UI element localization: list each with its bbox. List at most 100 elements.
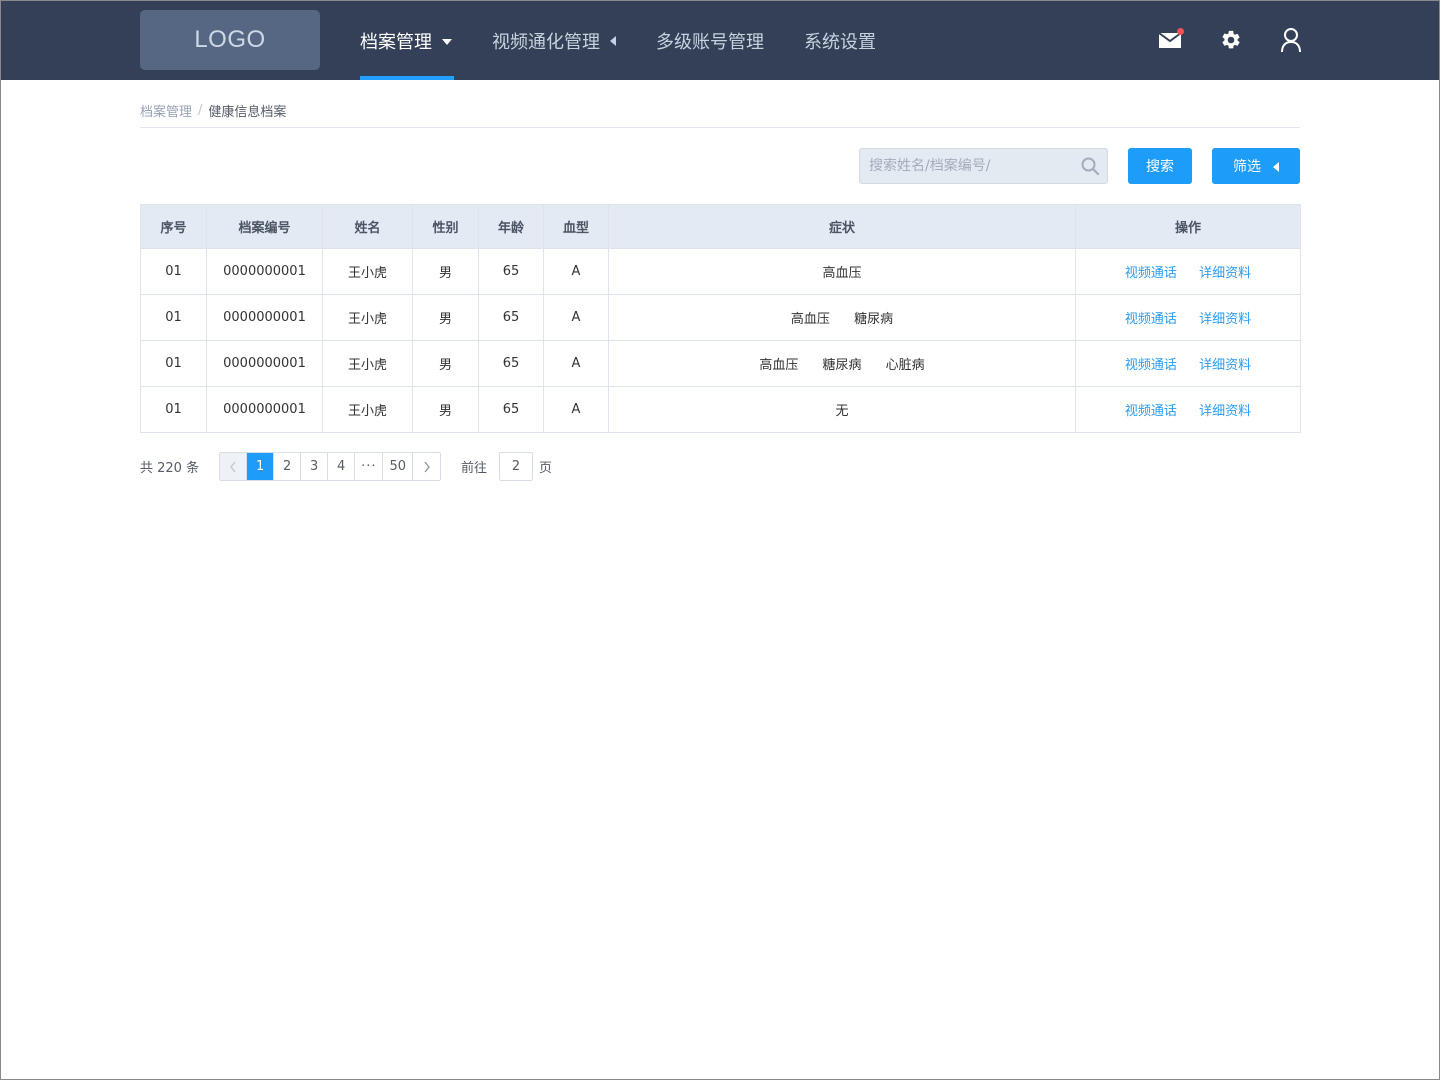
cell-name: 王小虎 — [322, 386, 413, 433]
table-row: 01 0000000001 王小虎 男 65 A 高血压 视频通话 详细资料 — [140, 248, 1301, 295]
symptom-tag: 高血压 — [822, 266, 862, 281]
cell-index: 01 — [140, 248, 207, 295]
cell-symptoms: 高血压 糖尿病 — [608, 294, 1076, 341]
video-call-link[interactable]: 视频通话 — [1125, 404, 1177, 419]
cell-gender: 男 — [412, 294, 479, 341]
table-row: 01 0000000001 王小虎 男 65 A 高血压 糖尿病 视频通话 详细… — [140, 294, 1301, 341]
symptom-tag: 高血压 — [759, 358, 799, 373]
cell-blood-type: A — [543, 248, 609, 295]
chevron-right-icon — [424, 461, 430, 472]
cell-actions: 视频通话 详细资料 — [1075, 294, 1301, 341]
cell-name: 王小虎 — [322, 340, 413, 387]
main-nav: 档案管理 视频通化管理 多级账号管理 系统设置 — [360, 1, 916, 80]
page-button[interactable]: 2 — [274, 453, 302, 480]
pagination: 共 220 条 1 2 3 4 ··· 50 前往 页 — [140, 452, 552, 481]
cell-blood-type: A — [543, 386, 609, 433]
caret-left-icon — [610, 36, 616, 46]
prev-page-button[interactable] — [220, 453, 248, 480]
details-link[interactable]: 详细资料 — [1199, 404, 1251, 419]
page-button[interactable]: 4 — [328, 453, 356, 480]
symptom-tag: 无 — [835, 404, 849, 419]
details-link[interactable]: 详细资料 — [1199, 266, 1251, 281]
page-button[interactable]: 50 — [383, 453, 414, 480]
goto-page-input[interactable] — [499, 452, 534, 481]
nav-item-label: 多级账号管理 — [656, 31, 764, 53]
search-input[interactable] — [860, 149, 1073, 183]
cell-index: 01 — [140, 386, 207, 433]
video-call-link[interactable]: 视频通话 — [1125, 312, 1177, 327]
cell-age: 65 — [478, 248, 544, 295]
breadcrumb-current: 健康信息档案 — [208, 105, 287, 120]
search-icon[interactable] — [1073, 149, 1107, 183]
symptom-tag: 心脏病 — [885, 358, 925, 373]
cell-record-id: 0000000001 — [206, 386, 323, 433]
table-row: 01 0000000001 王小虎 男 65 A 无 视频通话 详细资料 — [140, 386, 1301, 433]
nav-item-archive-management[interactable]: 档案管理 — [360, 1, 454, 80]
details-link[interactable]: 详细资料 — [1199, 358, 1251, 373]
cell-actions: 视频通话 详细资料 — [1075, 248, 1301, 295]
cell-symptoms: 无 — [608, 386, 1076, 433]
cell-index: 01 — [140, 294, 207, 341]
breadcrumb-divider — [140, 127, 1300, 128]
nav-item-video-call-management[interactable]: 视频通化管理 — [492, 1, 616, 80]
top-navigation-bar: LOGO 档案管理 视频通化管理 多级账号管理 系统设置 — [1, 1, 1439, 80]
page-button[interactable]: 1 — [247, 453, 275, 480]
goto-page: 前往 页 — [461, 452, 552, 481]
logo[interactable]: LOGO — [140, 10, 320, 70]
goto-suffix: 页 — [539, 461, 553, 476]
caret-down-icon — [442, 38, 452, 45]
cell-gender: 男 — [412, 248, 479, 295]
table-header-row: 序号 档案编号 姓名 性别 年龄 血型 症状 操作 — [140, 204, 1301, 249]
table-row: 01 0000000001 王小虎 男 65 A 高血压 糖尿病 心脏病 视频通… — [140, 340, 1301, 387]
filter-button[interactable]: 筛选 — [1212, 148, 1300, 184]
cell-name: 王小虎 — [322, 248, 413, 295]
cell-actions: 视频通话 详细资料 — [1075, 386, 1301, 433]
more-pages-button[interactable]: ··· — [355, 453, 384, 480]
column-header: 档案编号 — [206, 204, 323, 249]
nav-item-label: 视频通化管理 — [492, 31, 600, 53]
cell-age: 65 — [478, 294, 544, 341]
breadcrumb: 档案管理 / 健康信息档案 — [140, 101, 286, 120]
health-records-table: 序号 档案编号 姓名 性别 年龄 血型 症状 操作 01 0000000001 … — [140, 204, 1301, 433]
cell-record-id: 0000000001 — [206, 248, 323, 295]
total-count: 共 220 条 — [140, 461, 200, 476]
cell-gender: 男 — [412, 340, 479, 387]
cell-gender: 男 — [412, 386, 479, 433]
goto-prefix: 前往 — [461, 461, 488, 476]
nav-item-system-settings[interactable]: 系统设置 — [804, 1, 876, 80]
search-button[interactable]: 搜索 — [1128, 148, 1192, 184]
symptom-tag: 糖尿病 — [854, 312, 894, 327]
user-icon[interactable] — [1278, 27, 1304, 53]
details-link[interactable]: 详细资料 — [1199, 312, 1251, 327]
gear-icon[interactable] — [1218, 27, 1244, 53]
column-header: 症状 — [608, 204, 1076, 249]
video-call-link[interactable]: 视频通话 — [1125, 358, 1177, 373]
cell-blood-type: A — [543, 294, 609, 341]
cell-symptoms: 高血压 — [608, 248, 1076, 295]
column-header: 姓名 — [322, 204, 413, 249]
cell-age: 65 — [478, 340, 544, 387]
cell-actions: 视频通话 详细资料 — [1075, 340, 1301, 387]
mail-icon[interactable] — [1157, 27, 1184, 53]
column-header: 年龄 — [478, 204, 544, 249]
cell-blood-type: A — [543, 340, 609, 387]
column-header: 序号 — [140, 204, 207, 249]
chevron-left-icon — [230, 461, 236, 472]
column-header: 血型 — [543, 204, 609, 249]
cell-age: 65 — [478, 386, 544, 433]
cell-name: 王小虎 — [322, 294, 413, 341]
breadcrumb-separator: / — [198, 103, 203, 118]
nav-item-label: 档案管理 — [360, 31, 432, 53]
notification-dot — [1177, 28, 1184, 35]
breadcrumb-parent-link[interactable]: 档案管理 — [140, 101, 192, 120]
next-page-button[interactable] — [413, 453, 440, 480]
cell-symptoms: 高血压 糖尿病 心脏病 — [608, 340, 1076, 387]
cell-index: 01 — [140, 340, 207, 387]
search-box — [859, 148, 1108, 184]
video-call-link[interactable]: 视频通话 — [1125, 266, 1177, 281]
page-list: 1 2 3 4 ··· 50 — [219, 452, 442, 481]
column-header: 操作 — [1075, 204, 1301, 249]
page-button[interactable]: 3 — [301, 453, 329, 480]
nav-item-account-management[interactable]: 多级账号管理 — [656, 1, 764, 80]
cell-record-id: 0000000001 — [206, 340, 323, 387]
